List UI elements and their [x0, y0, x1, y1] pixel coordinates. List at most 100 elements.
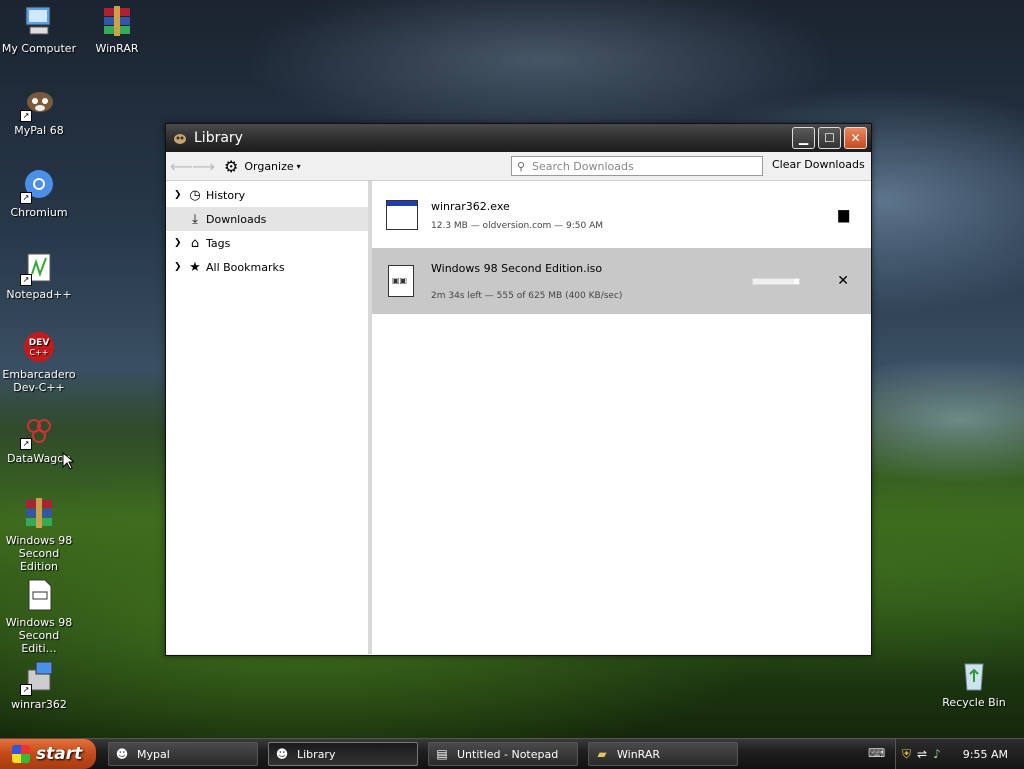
search-input[interactable]: [530, 158, 762, 174]
desktop-icon-win98-archive[interactable]: Windows 98 Second Edition: [0, 496, 78, 573]
security-shield-icon[interactable]: ⛨: [902, 747, 911, 762]
library-window: Library ▁ ☐ ✕ ⟵ ⟶ ⚙ Organize ▾ ⚲ Clear D…: [165, 123, 872, 656]
taskbar-item-notepad[interactable]: ▤ Untitled - Notepad: [428, 742, 578, 766]
windows-logo-icon: [12, 745, 30, 763]
iso-file-icon: [22, 578, 56, 612]
title-bar[interactable]: Library ▁ ☐ ✕: [166, 124, 871, 152]
network-icon[interactable]: ⇌: [917, 747, 927, 761]
desktop-icon-winrar[interactable]: WinRAR: [78, 4, 156, 55]
recycle-bin-icon: [957, 658, 991, 692]
desktop-icon-label: Notepad++: [6, 288, 72, 301]
desktop-icon-label: Windows 98 Second Edition: [5, 534, 73, 573]
desktop-icon-label: My Computer: [1, 42, 77, 55]
svg-text:DEV: DEV: [29, 338, 50, 348]
taskbar-clock[interactable]: 9:55 AM: [963, 748, 1008, 761]
library-sidebar: ❯ ◷ History ⤓ Downloads ❯ ⌂ Tags ❯ ★ All…: [166, 181, 372, 654]
desktop-icon-label: WinRAR: [95, 42, 139, 55]
sidebar-item-history[interactable]: ❯ ◷ History: [166, 183, 368, 207]
expand-arrow-icon[interactable]: ❯: [174, 238, 186, 248]
gear-icon: ⚙: [224, 156, 239, 176]
maximize-icon: ☐: [824, 131, 835, 145]
mypal-icon: ↗: [20, 86, 56, 122]
forward-arrow-icon[interactable]: ⟶: [192, 157, 215, 176]
taskbar-item-label: Library: [297, 747, 336, 761]
desktop-icon-devcpp[interactable]: DEV C++ Embarcadero Dev-C++: [0, 330, 78, 394]
download-status: 12.3 MB — oldversion.com — 9:50 AM: [431, 220, 604, 231]
desktop-icon-win98-iso[interactable]: Windows 98 Second Editi…: [0, 578, 78, 655]
exe-file-icon: [386, 200, 418, 230]
download-item[interactable]: winrar362.exe 12.3 MB — oldversion.com —…: [372, 183, 871, 248]
start-label: start: [36, 744, 83, 764]
chevron-down-icon: ▾: [296, 161, 301, 171]
iso-file-icon: [388, 265, 414, 297]
sidebar-item-all-bookmarks[interactable]: ❯ ★ All Bookmarks: [166, 255, 368, 279]
chromium-icon: ↗: [20, 168, 56, 204]
folder-icon: ▰: [597, 747, 607, 761]
desktop-icon-label: Windows 98 Second Editi…: [5, 616, 73, 655]
organize-label: Organize: [244, 159, 294, 173]
open-folder-icon[interactable]: ▆: [838, 207, 849, 223]
taskbar-item-label: Untitled - Notepad: [457, 747, 559, 761]
window-title: Library: [194, 130, 243, 146]
minimize-icon: ▁: [798, 131, 809, 145]
svg-text:C++: C++: [30, 348, 49, 357]
desktop-icon-label: Chromium: [10, 206, 68, 219]
taskbar-item-label: WinRAR: [617, 747, 661, 761]
cancel-download-icon[interactable]: ✕: [837, 273, 849, 289]
taskbar-item-label: Mypal: [137, 747, 170, 761]
notepad-icon: ▤: [436, 747, 448, 761]
download-status: 2m 34s left — 555 of 625 MB (400 KB/sec): [431, 290, 623, 301]
taskbar-item-mypal[interactable]: ☻ Mypal: [108, 742, 258, 766]
sidebar-item-downloads[interactable]: ⤓ Downloads: [166, 207, 368, 231]
expand-arrow-icon[interactable]: ❯: [174, 190, 186, 200]
close-button[interactable]: ✕: [844, 127, 867, 149]
installer-icon: ↗: [20, 660, 56, 696]
devcpp-icon: DEV C++: [22, 330, 56, 364]
mouse-cursor-icon: [62, 451, 76, 473]
expand-arrow-icon[interactable]: ❯: [174, 262, 186, 272]
star-icon: ★: [189, 259, 201, 275]
search-box[interactable]: ⚲: [511, 156, 763, 176]
downloads-list: winrar362.exe 12.3 MB — oldversion.com —…: [372, 181, 871, 654]
winrar-icon: [100, 4, 134, 38]
library-icon: ☻: [275, 747, 289, 761]
sidebar-item-label: All Bookmarks: [206, 260, 285, 274]
clock-icon: ◷: [189, 187, 201, 203]
download-name: Windows 98 Second Edition.iso: [431, 261, 603, 275]
winrar-archive-icon: [22, 496, 56, 530]
back-arrow-icon[interactable]: ⟵: [170, 157, 193, 176]
sidebar-item-label: Downloads: [206, 212, 267, 226]
desktop-icon-mypal[interactable]: ↗ MyPal 68: [0, 86, 78, 137]
sidebar-item-label: Tags: [206, 236, 231, 250]
close-icon: ✕: [850, 131, 861, 145]
desktop-icon-notepadpp[interactable]: ↗ Notepad++: [0, 250, 78, 301]
desktop-icon-label: Embarcadero Dev-C++: [2, 368, 76, 394]
download-item[interactable]: Windows 98 Second Edition.iso 2m 34s lef…: [372, 248, 871, 315]
taskbar-item-library[interactable]: ☻ Library: [268, 742, 418, 766]
minimize-button[interactable]: ▁: [792, 127, 815, 149]
start-button[interactable]: start: [0, 739, 96, 769]
desktop-icon-label: Recycle Bin: [942, 696, 1006, 709]
system-tray: ⛨ ⇌ ♪ 9:55 AM: [895, 739, 1024, 769]
taskbar-item-winrar[interactable]: ▰ WinRAR: [588, 742, 738, 766]
download-progress-bar: [752, 278, 800, 285]
desktop-icon-winrar362[interactable]: ↗ winrar362: [0, 660, 78, 711]
computer-icon: [22, 4, 56, 38]
download-name: winrar362.exe: [431, 199, 510, 213]
organize-menu-button[interactable]: ⚙ Organize ▾: [224, 157, 301, 176]
desktop-icon-chromium[interactable]: ↗ Chromium: [0, 168, 78, 219]
library-toolbar: ⟵ ⟶ ⚙ Organize ▾ ⚲ Clear Downloads: [166, 152, 871, 181]
desktop-icon-recycle-bin[interactable]: Recycle Bin: [935, 658, 1013, 709]
download-icon: ⤓: [192, 211, 198, 227]
tag-icon: ⌂: [190, 235, 200, 251]
keyboard-icon[interactable]: ⌨: [868, 746, 885, 760]
datawagon-icon: ↗: [20, 414, 56, 450]
clear-downloads-button[interactable]: Clear Downloads: [772, 156, 865, 173]
maximize-button[interactable]: ☐: [818, 127, 841, 149]
sidebar-item-tags[interactable]: ❯ ⌂ Tags: [166, 231, 368, 255]
volume-icon[interactable]: ♪: [933, 747, 941, 761]
desktop-icon-label: winrar362: [11, 698, 67, 711]
library-app-icon: [172, 130, 188, 146]
desktop-icon-label: MyPal 68: [14, 124, 64, 137]
desktop-icon-my-computer[interactable]: My Computer: [0, 4, 78, 55]
